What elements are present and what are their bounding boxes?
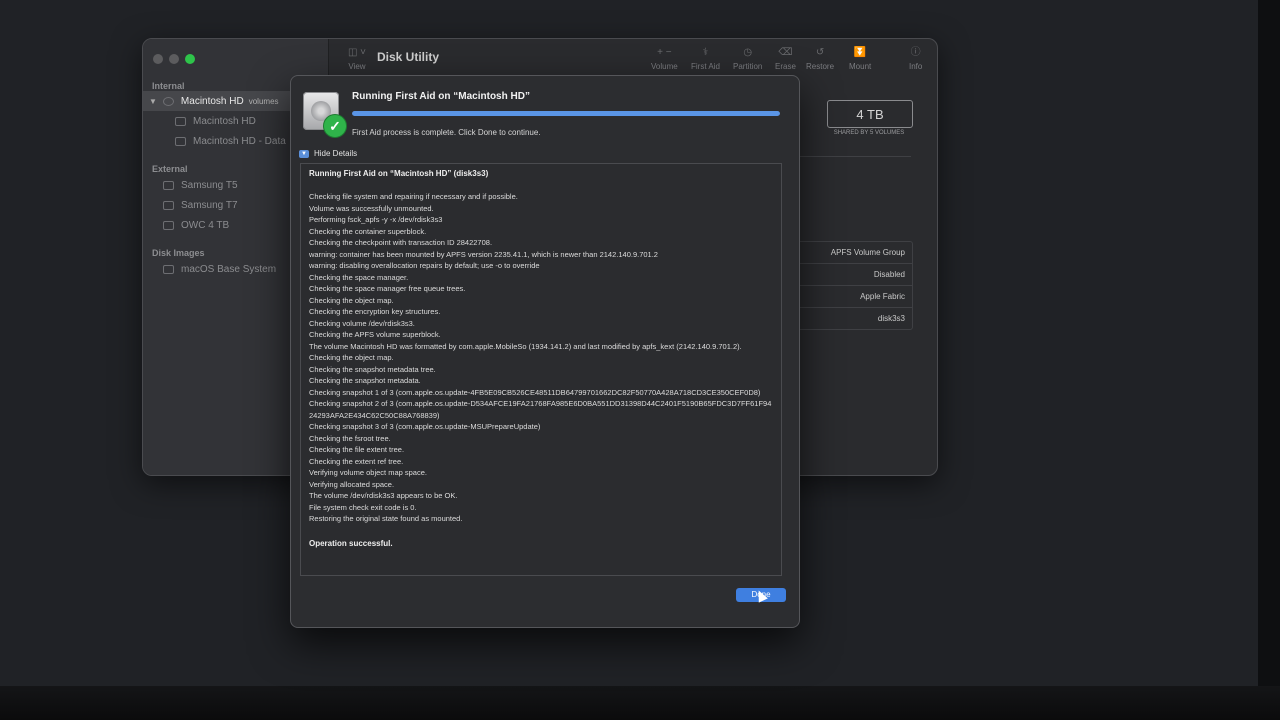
log-line: Checking snapshot 3 of 3 (com.apple.os.u… [309, 422, 541, 431]
log-line: Checking the object map. [309, 353, 394, 362]
log-line: Verifying volume object map space. [309, 468, 427, 477]
log-line: Checking the checkpoint with transaction… [309, 238, 493, 247]
screen-bezel-right [1258, 0, 1280, 720]
sidebar-item-label: Samsung T7 [181, 199, 238, 211]
log-heading: Running First Aid on “Macintosh HD” (dis… [309, 169, 489, 178]
info-icon: ⓘ [910, 47, 921, 58]
pie-clock-icon: ◷ [743, 47, 753, 58]
info-divider [793, 156, 911, 157]
restore-button[interactable]: ↺ Restore [806, 47, 834, 71]
log-line: Checking the object map. [309, 295, 394, 305]
checkmark-icon: ✓ [323, 114, 347, 138]
log-line: Checking the file extent tree. [309, 445, 405, 454]
volume-icon [175, 116, 186, 126]
log-line: Checking the encryption key structures. [309, 307, 441, 316]
minimize-button[interactable] [169, 54, 179, 64]
log-line: Checking the fsroot tree. [309, 433, 391, 443]
screen-bezel-bottom [0, 686, 1280, 720]
log-line: Checking the snapshot metadata. [309, 376, 421, 385]
log-line: Checking the container superblock. [309, 226, 427, 236]
disk-image-icon [163, 264, 174, 274]
close-button[interactable] [153, 54, 163, 64]
first-aid-sheet: ✓ Running First Aid on “Macintosh HD” Fi… [290, 75, 800, 628]
sidebar-item-label: Samsung T5 [181, 179, 238, 191]
external-disk-icon [163, 220, 174, 230]
external-disk-icon [163, 200, 174, 210]
sidebar-item-label: macOS Base System [181, 263, 277, 275]
volumes-badge: volumes [248, 96, 279, 106]
progress-bar [352, 111, 780, 116]
mount-button[interactable]: ⏬ Mount [849, 47, 871, 71]
restore-icon: ↺ [815, 47, 825, 58]
log-line: Checking file system and repairing if ne… [309, 192, 518, 201]
volume-icon [175, 136, 186, 146]
log-line: The volume Macintosh HD was formatted by… [309, 341, 742, 351]
log-lines: Checking file system and repairing if ne… [309, 191, 773, 525]
log-line: Checking volume /dev/rdisk3s3. [309, 318, 415, 328]
first-aid-disk-icon: ✓ [301, 90, 347, 138]
sidebar-item-label: OWC 4 TB [181, 219, 230, 231]
volume-button[interactable]: + − Volume [651, 47, 678, 71]
sidebar-section-external: External [152, 164, 188, 174]
status-text: First Aid process is complete. Click Don… [352, 128, 541, 137]
log-line: Performing fsck_apfs -y -x /dev/rdisk3s3 [309, 215, 443, 224]
info-button[interactable]: ⓘ Info [909, 47, 922, 71]
progress-fill [352, 111, 780, 116]
log-line: Verifying allocated space. [309, 479, 395, 489]
log-line: Volume was successfully unmounted. [309, 203, 434, 213]
info-table: APFS Volume Group Disabled Apple Fabric … [795, 241, 913, 330]
log-line: Checking the space manager free queue tr… [309, 284, 466, 293]
log-line: File system check exit code is 0. [309, 502, 417, 512]
erase-button[interactable]: ⌫ Erase [775, 47, 796, 71]
capacity-caption: SHARED BY 5 VOLUMES [833, 130, 905, 136]
info-row: disk3s3 [877, 314, 905, 323]
disk-stack-icon [162, 96, 174, 106]
plus-minus-icon: + − [657, 47, 672, 58]
external-disk-icon [163, 180, 174, 190]
log-line: Checking the space manager. [309, 272, 409, 282]
log-line: Checking the APFS volume superblock. [309, 330, 441, 339]
log-line: The volume /dev/rdisk3s3 appears to be O… [309, 491, 458, 500]
view-button[interactable]: ◫ ˅ View [345, 47, 369, 71]
window-title: Disk Utility [377, 50, 440, 64]
erase-icon: ⌫ [778, 47, 793, 58]
traffic-lights [153, 54, 195, 64]
log-footer: Operation successful. [309, 538, 393, 548]
log-line: Checking snapshot 2 of 3 (com.apple.os.u… [309, 399, 772, 420]
log-line: Checking the extent ref tree. [309, 456, 404, 466]
view-label: View [348, 62, 366, 71]
mount-icon: ⏬ [853, 47, 867, 58]
sidebar-item-label: Macintosh HD - Data [193, 135, 286, 147]
info-row: Disabled [796, 264, 912, 286]
stethoscope-icon: ⚕ [702, 47, 709, 58]
zoom-button[interactable] [185, 54, 195, 64]
sidebar-section-internal: Internal [152, 81, 185, 91]
hide-details-label: Hide Details [314, 149, 358, 158]
chevron-down-icon[interactable]: ▼ [149, 97, 157, 106]
toolbar: ◫ ˅ View Disk Utility + − Volume ⚕ First… [329, 39, 937, 75]
partition-button[interactable]: ◷ Partition [733, 47, 762, 71]
log-line: warning: container has been mounted by A… [309, 249, 658, 259]
sheet-title: Running First Aid on “Macintosh HD” [352, 91, 530, 102]
info-row: APFS Volume Group [796, 242, 912, 264]
log-line: Restoring the original state found as mo… [309, 514, 463, 523]
log-line: Checking the snapshot metadata tree. [309, 364, 436, 374]
disclosure-chevron-icon: ▼ [299, 149, 309, 158]
hide-details-toggle[interactable]: ▼ Hide Details [299, 149, 357, 158]
log-line: warning: disabling overallocation repair… [309, 261, 540, 270]
sidebar-toggle-icon: ◫ ˅ [347, 47, 367, 58]
capacity-value: 4 TB [827, 100, 913, 128]
first-aid-button[interactable]: ⚕ First Aid [691, 47, 720, 71]
sidebar-item-label: Macintosh HD [180, 95, 244, 107]
info-row: Apple Fabric [796, 286, 912, 308]
log-output[interactable]: Running First Aid on “Macintosh HD” (dis… [300, 163, 782, 576]
log-line: Checking snapshot 1 of 3 (com.apple.os.u… [309, 387, 761, 397]
sidebar-section-disk-images: Disk Images [152, 248, 205, 258]
sidebar-item-label: Macintosh HD [193, 115, 256, 127]
